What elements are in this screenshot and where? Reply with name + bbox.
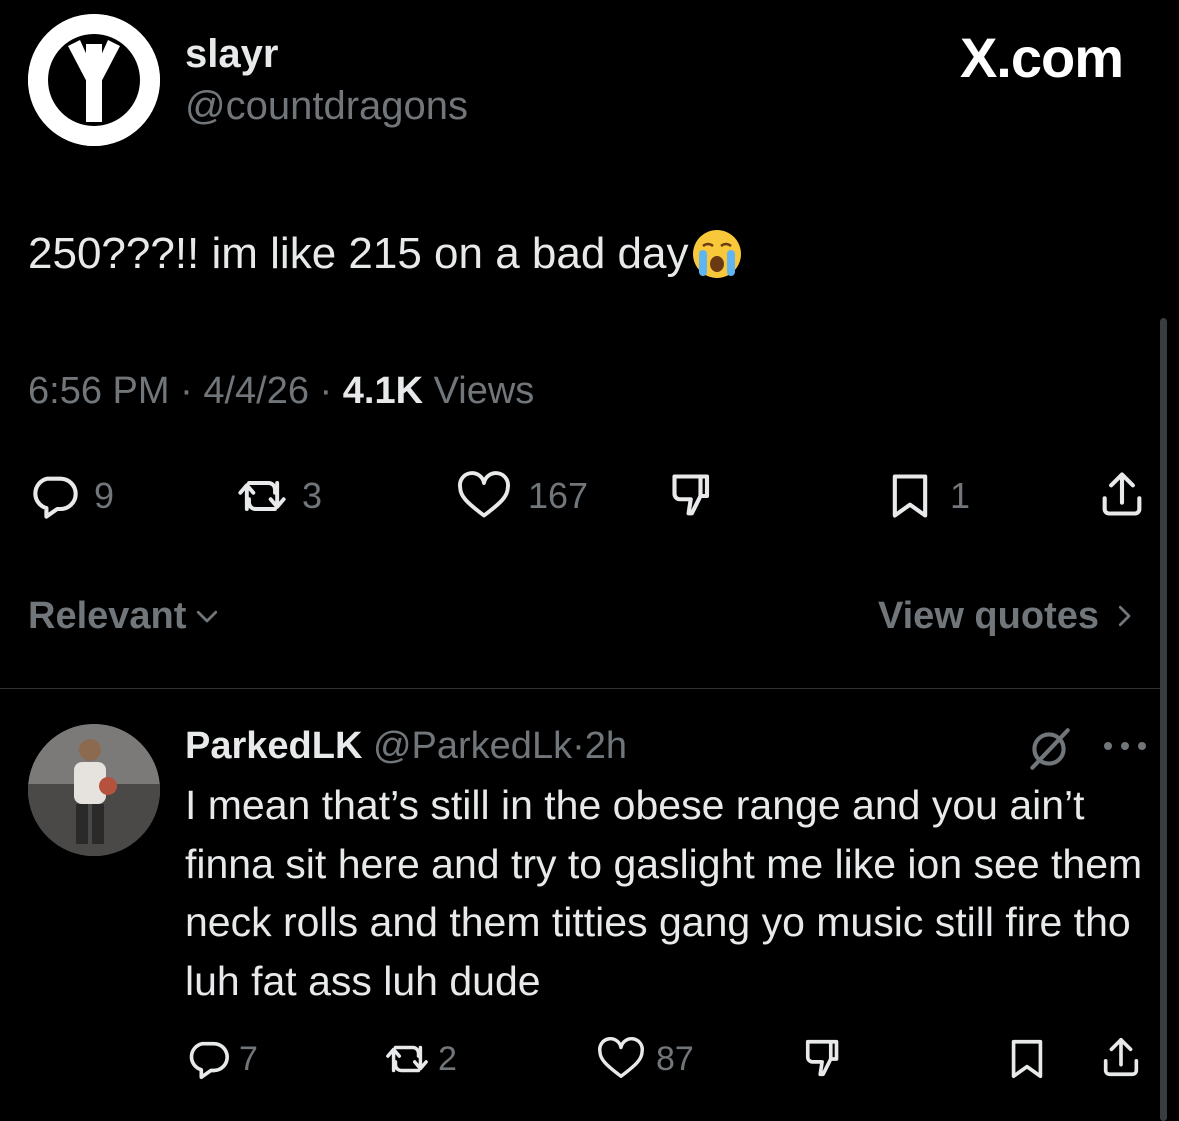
- views-count: 4.1K: [342, 370, 424, 412]
- reply-reply-count: 7: [239, 1040, 258, 1078]
- reply-header: ParkedLK @ParkedLk·2h: [185, 722, 627, 770]
- reply-like-button[interactable]: 87: [594, 1036, 694, 1082]
- reply-time[interactable]: 2h: [585, 725, 627, 767]
- repost-icon: [386, 1045, 428, 1073]
- divider: [0, 688, 1160, 689]
- tweet-time[interactable]: 6:56 PM: [28, 370, 170, 412]
- tweet-text: 250???!! im like 215 on a bad day: [28, 226, 744, 282]
- reply-separator: ·: [572, 725, 585, 767]
- crying-face-emoji-icon: [690, 226, 744, 280]
- reply-author-handle[interactable]: @ParkedLk: [373, 725, 572, 767]
- reply-button[interactable]: 9: [28, 470, 114, 522]
- reply-icon: [189, 1041, 229, 1080]
- like-count: 167: [528, 475, 589, 516]
- author-name[interactable]: slayr: [185, 30, 278, 78]
- reply-icon: [33, 476, 78, 519]
- meta-separator: ·: [180, 370, 204, 412]
- view-quotes-link[interactable]: View quotes: [878, 592, 1139, 640]
- repost-count: 3: [302, 475, 323, 516]
- heart-icon: [458, 471, 510, 518]
- chevron-right-icon: [1118, 605, 1131, 627]
- sort-label: Relevant: [28, 595, 187, 637]
- bookmark-icon: [1011, 1039, 1043, 1079]
- reply-avatar[interactable]: [28, 724, 160, 856]
- reply-repost-count: 2: [438, 1040, 457, 1078]
- bookmark-icon: [892, 474, 928, 518]
- reply-count: 9: [94, 475, 115, 516]
- thumbs-down-icon: [805, 1039, 839, 1077]
- heart-icon: [598, 1036, 644, 1078]
- grok-button[interactable]: [1024, 724, 1074, 774]
- author-avatar[interactable]: [28, 14, 160, 146]
- tweet-text-body: 250???!! im like 215 on a bad day: [28, 229, 689, 278]
- more-dots-icon: [1104, 742, 1146, 750]
- scrollbar[interactable]: [1160, 318, 1167, 1121]
- chevron-down-icon: [197, 610, 218, 623]
- share-icon: [1102, 472, 1142, 516]
- share-icon: [1103, 1037, 1139, 1077]
- downvote-button[interactable]: [666, 470, 722, 522]
- reply-reply-button[interactable]: 7: [185, 1036, 258, 1082]
- peace-logo-icon: [28, 14, 160, 146]
- sort-dropdown[interactable]: Relevant: [28, 592, 222, 640]
- repost-button[interactable]: 3: [236, 470, 322, 522]
- repost-icon: [238, 481, 286, 511]
- author-handle[interactable]: @countdragons: [185, 82, 468, 130]
- thumbs-down-icon: [672, 474, 710, 516]
- reply-like-count: 87: [656, 1040, 694, 1078]
- reply-text: I mean that’s still in the obese range a…: [185, 782, 1143, 1004]
- meta-separator: ·: [319, 370, 343, 412]
- reply-bookmark-button[interactable]: [1004, 1036, 1050, 1082]
- brand-watermark: X.com: [959, 26, 1124, 89]
- tweet-meta: 6:56 PM · 4/4/26 · 4.1K Views: [28, 367, 534, 415]
- views-label: Views: [433, 370, 535, 412]
- bookmark-button[interactable]: 1: [884, 470, 970, 522]
- more-options-button[interactable]: [1102, 740, 1148, 752]
- share-button[interactable]: [1096, 468, 1148, 520]
- reply-downvote-button[interactable]: [800, 1036, 850, 1082]
- reply-share-button[interactable]: [1098, 1034, 1144, 1080]
- view-quotes-label: View quotes: [877, 595, 1099, 637]
- reply-author-name[interactable]: ParkedLK: [185, 725, 362, 767]
- reply-avatar-photo: [28, 724, 160, 856]
- reply-repost-button[interactable]: 2: [384, 1036, 457, 1082]
- tweet-date[interactable]: 4/4/26: [203, 370, 309, 412]
- bookmark-count: 1: [950, 475, 971, 516]
- grok-icon: [1030, 728, 1070, 770]
- like-button[interactable]: 167: [454, 470, 588, 522]
